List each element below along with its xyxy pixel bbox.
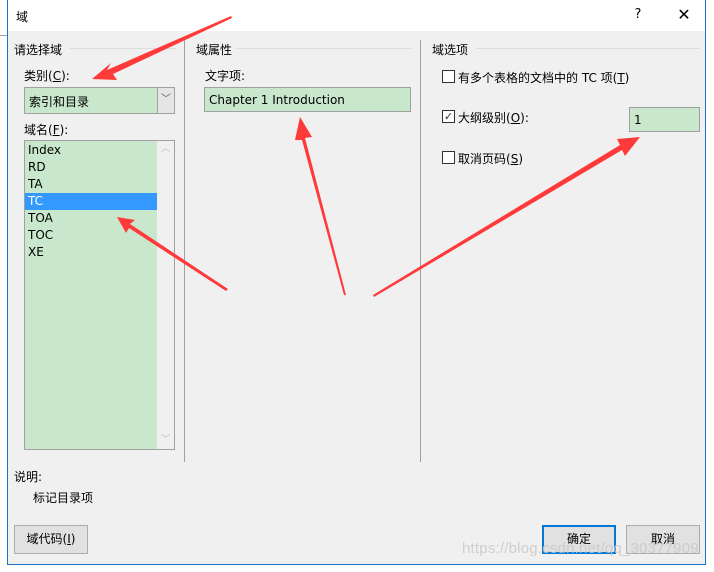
list-item[interactable]: TC xyxy=(25,193,158,210)
field-codes-button[interactable]: 域代码(I) xyxy=(14,525,88,554)
dialog-title: 域 xyxy=(16,10,29,24)
category-value: 索引和目录 xyxy=(29,95,90,109)
choose-field-group-title: 请选择域 xyxy=(14,43,63,57)
description-text: 标记目录项 xyxy=(33,491,94,505)
help-button[interactable]: ? xyxy=(628,5,648,25)
background-line xyxy=(0,35,7,36)
close-button[interactable]: ✕ xyxy=(672,4,696,26)
outline-level-input[interactable] xyxy=(629,107,700,132)
checkmark-icon: ✓ xyxy=(443,110,454,123)
field-dialog: 域 ? ✕ 请选择域 类别(C): 索引和目录 ﹀ 域名(F): Index RD… xyxy=(7,0,706,565)
dropdown-button[interactable]: ﹀ xyxy=(157,88,174,113)
group-divider xyxy=(476,48,700,49)
list-item[interactable]: TOA xyxy=(25,210,158,227)
help-icon: ? xyxy=(634,7,642,22)
field-options-group-title: 域选项 xyxy=(432,43,469,57)
category-label: 类别(C): xyxy=(24,69,70,83)
field-names-listbox[interactable]: Index RD TA TC TOA TOC XE ︿ ﹀ xyxy=(24,140,175,450)
close-icon: ✕ xyxy=(677,5,691,24)
text-entry-input[interactable] xyxy=(204,87,411,112)
field-names-label: 域名(F): xyxy=(24,123,69,137)
field-properties-group-title: 域属性 xyxy=(196,43,233,57)
panel-separator xyxy=(420,40,421,462)
field-names-list: Index RD TA TC TOA TOC XE xyxy=(25,142,158,261)
description-label: 说明: xyxy=(14,470,43,484)
listbox-scrollbar[interactable]: ︿ ﹀ xyxy=(157,141,174,449)
multiple-tables-checkbox[interactable] xyxy=(442,70,455,83)
outline-level-label: 大纲级别(O): xyxy=(458,111,529,125)
text-entry-label: 文字项: xyxy=(205,69,246,83)
watermark: https://blog.csdn.net/qq_30377909 xyxy=(462,540,699,557)
title-bar: 域 ? ✕ xyxy=(8,0,705,31)
chevron-down-icon: ﹀ xyxy=(161,94,171,105)
chevron-down-icon[interactable]: ﹀ xyxy=(157,432,174,449)
category-dropdown[interactable]: 索引和目录 ﹀ xyxy=(24,87,175,114)
outline-level-checkbox[interactable]: ✓ xyxy=(442,110,455,123)
list-item[interactable]: TA xyxy=(25,176,158,193)
suppress-page-numbers-label: 取消页码(S) xyxy=(458,152,523,166)
multiple-tables-label: 有多个表格的文档中的 TC 项(T) xyxy=(458,71,630,85)
group-divider xyxy=(237,48,411,49)
list-item[interactable]: XE xyxy=(25,244,158,261)
chevron-up-icon[interactable]: ︿ xyxy=(157,141,174,158)
panel-separator xyxy=(184,40,185,462)
group-divider xyxy=(70,48,176,49)
list-item[interactable]: RD xyxy=(25,159,158,176)
suppress-page-numbers-checkbox[interactable] xyxy=(442,151,455,164)
list-item[interactable]: Index xyxy=(25,142,158,159)
list-item[interactable]: TOC xyxy=(25,227,158,244)
